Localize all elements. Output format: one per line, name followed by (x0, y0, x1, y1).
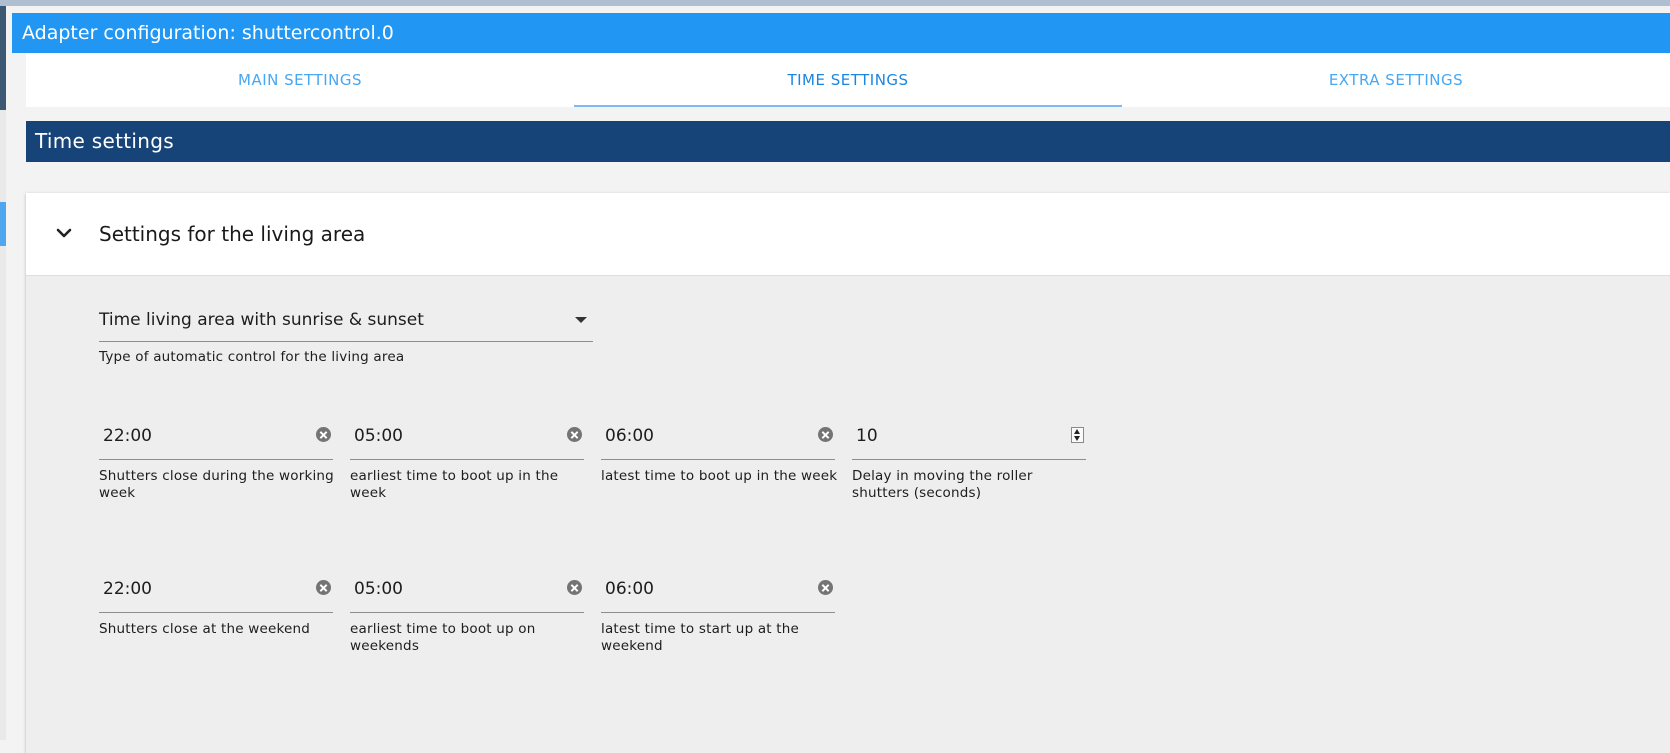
control-type-value: Time living area with sunrise & sunset (99, 310, 424, 330)
close-weekend-input[interactable] (103, 579, 283, 599)
section-title: Time settings (26, 121, 1670, 162)
clear-icon[interactable] (567, 580, 582, 595)
tab-extra-settings[interactable]: EXTRA SETTINGS (1122, 53, 1670, 107)
tab-time-settings[interactable]: TIME SETTINGS (574, 53, 1122, 107)
tab-main-settings[interactable]: MAIN SETTINGS (26, 53, 574, 107)
clear-icon[interactable] (316, 427, 331, 442)
earliest-up-weekday-field[interactable] (350, 413, 584, 460)
close-weekday-helper: Shutters close during the working week (99, 468, 334, 501)
panel-header[interactable]: Settings for the living area (26, 193, 1670, 276)
sidebar-edge-accent (0, 202, 6, 246)
tab-bar: MAIN SETTINGS TIME SETTINGS EXTRA SETTIN… (26, 53, 1670, 107)
close-weekday-input[interactable] (103, 426, 283, 446)
clear-icon[interactable] (818, 427, 833, 442)
dropdown-arrow-icon[interactable] (575, 317, 587, 323)
delay-input[interactable] (856, 426, 1036, 446)
control-type-select[interactable]: Time living area with sunrise & sunset (99, 303, 593, 342)
clear-icon[interactable] (316, 580, 331, 595)
control-type-helper: Type of automatic control for the living… (99, 349, 405, 365)
delay-helper: Delay in moving the roller shutters (sec… (852, 468, 1033, 501)
latest-up-weekend-field[interactable] (601, 566, 835, 613)
close-weekend-helper: Shutters close at the weekend (99, 621, 311, 637)
dialog-title: Adapter configuration: shuttercontrol.0 (12, 13, 1670, 53)
latest-up-weekend-helper: latest time to start up at the weekend (601, 621, 800, 654)
close-weekend-field[interactable] (99, 566, 333, 613)
latest-up-weekday-input[interactable] (605, 426, 785, 446)
earliest-up-weekend-field[interactable] (350, 566, 584, 613)
delay-field[interactable] (852, 413, 1086, 460)
earliest-up-weekday-input[interactable] (354, 426, 534, 446)
clear-icon[interactable] (567, 427, 582, 442)
panel-title: Settings for the living area (99, 222, 366, 246)
chevron-down-icon[interactable] (54, 223, 74, 243)
earliest-up-weekend-helper: earliest time to boot up on weekends (350, 621, 536, 654)
left-sidebar-edge (0, 6, 6, 740)
earliest-up-weekday-helper: earliest time to boot up in the week (350, 468, 559, 501)
close-weekday-field[interactable] (99, 413, 333, 460)
latest-up-weekend-input[interactable] (605, 579, 785, 599)
sidebar-edge-dark (0, 6, 6, 110)
clear-icon[interactable] (818, 580, 833, 595)
window-top-strip (0, 0, 1670, 6)
latest-up-weekday-helper: latest time to boot up in the week (601, 468, 838, 484)
earliest-up-weekend-input[interactable] (354, 579, 534, 599)
spinner-icon[interactable] (1071, 427, 1084, 443)
living-area-panel: Settings for the living area Time living… (26, 193, 1670, 753)
latest-up-weekday-field[interactable] (601, 413, 835, 460)
